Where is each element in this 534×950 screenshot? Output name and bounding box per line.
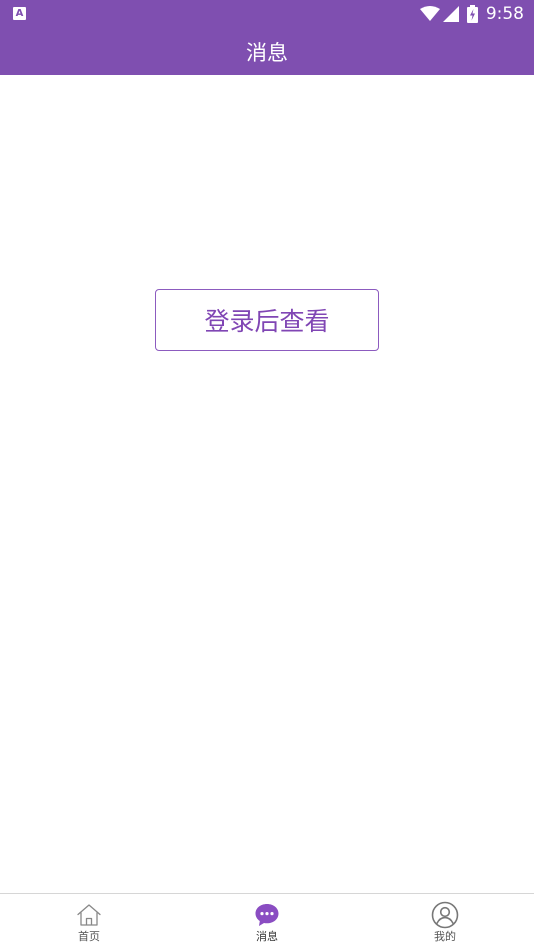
page-title: 消息 xyxy=(246,40,288,65)
login-to-view-label: 登录后查看 xyxy=(204,307,330,336)
tab-home-label: 首页 xyxy=(78,930,100,943)
bottom-tab-bar: 首页 消息 我的 xyxy=(0,893,534,950)
tab-profile-label: 我的 xyxy=(434,930,456,943)
status-time: 9:58 xyxy=(485,4,524,24)
status-icons: 9:58 xyxy=(419,4,524,24)
message-icon xyxy=(253,901,281,929)
signal-icon xyxy=(442,6,459,22)
home-icon xyxy=(75,901,103,929)
status-bar: A 9:58 xyxy=(0,0,534,28)
tab-profile[interactable]: 我的 xyxy=(356,894,534,950)
app-header: 消息 xyxy=(0,28,534,75)
tab-messages-label: 消息 xyxy=(256,930,278,943)
tab-messages[interactable]: 消息 xyxy=(178,894,356,950)
login-to-view-button[interactable]: 登录后查看 xyxy=(155,289,379,351)
battery-charging-icon xyxy=(466,5,478,23)
notification-app-icon: A xyxy=(13,7,26,20)
profile-icon xyxy=(431,901,459,929)
wifi-icon xyxy=(419,6,440,21)
tab-home[interactable]: 首页 xyxy=(0,894,178,950)
notification-app-icon-letter: A xyxy=(15,7,24,19)
